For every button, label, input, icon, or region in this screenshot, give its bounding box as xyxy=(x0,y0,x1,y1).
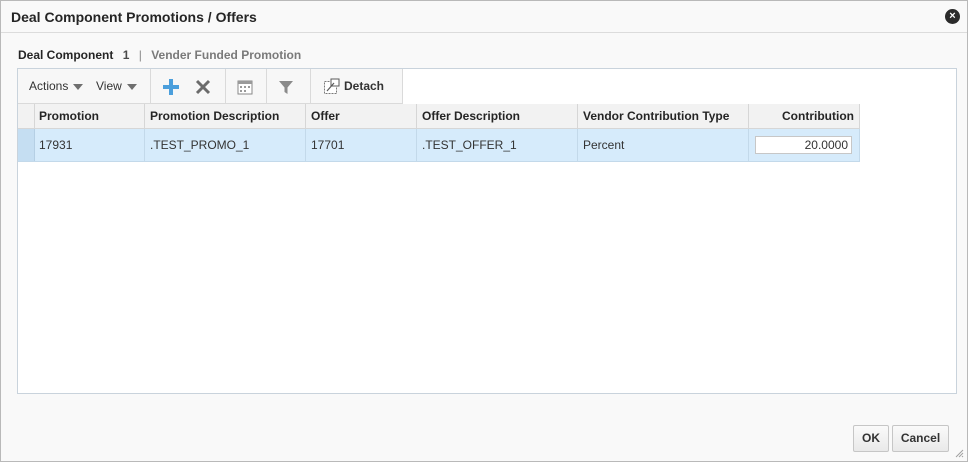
calendar-icon[interactable] xyxy=(236,78,254,96)
cell-promotion-description: .TEST_PROMO_1 xyxy=(145,129,306,161)
delete-icon[interactable] xyxy=(194,78,212,96)
chevron-down-icon xyxy=(126,83,137,90)
detach-icon xyxy=(324,78,340,94)
resize-grip-icon[interactable] xyxy=(955,449,964,458)
detach-label: Detach xyxy=(344,79,385,93)
cancel-button[interactable]: Cancel xyxy=(892,425,949,452)
detach-button[interactable]: Detach xyxy=(323,69,384,103)
cell-offer: 17701 xyxy=(306,129,417,161)
dialog-title: Deal Component Promotions / Offers xyxy=(11,9,257,25)
cell-contribution xyxy=(749,129,860,161)
view-menu[interactable]: View xyxy=(96,69,137,103)
close-icon[interactable]: × xyxy=(945,9,960,24)
offers-table-panel: Actions View Detach Promotion Promotion … xyxy=(17,68,957,394)
row-header-corner xyxy=(18,104,35,128)
ok-button[interactable]: OK xyxy=(853,425,889,452)
actions-menu[interactable]: Actions xyxy=(29,69,84,103)
cell-offer-description: .TEST_OFFER_1 xyxy=(417,129,578,161)
table-toolbar: Actions View Detach xyxy=(18,69,403,104)
toolbar-divider xyxy=(266,69,267,103)
dialog: Deal Component Promotions / Offers × Dea… xyxy=(0,0,968,462)
cell-vendor-contribution-type: Percent xyxy=(578,129,749,161)
deal-component-number: 1 xyxy=(122,48,130,62)
actions-menu-label: Actions xyxy=(29,79,69,93)
contribution-input[interactable] xyxy=(755,136,852,154)
column-header-offer[interactable]: Offer xyxy=(306,104,417,128)
toolbar-divider xyxy=(225,69,226,103)
table-row[interactable]: 17931 .TEST_PROMO_1 17701 .TEST_OFFER_1 … xyxy=(18,129,860,162)
toolbar-divider xyxy=(150,69,151,103)
column-header-offer-description[interactable]: Offer Description xyxy=(417,104,578,128)
row-selector[interactable] xyxy=(18,129,35,161)
toolbar-divider xyxy=(310,69,311,103)
deal-component-header: Deal Component 1 | Vender Funded Promoti… xyxy=(18,48,301,62)
column-header-contribution[interactable]: Contribution xyxy=(749,104,860,128)
table-header: Promotion Promotion Description Offer Of… xyxy=(18,104,860,129)
filter-icon[interactable] xyxy=(277,78,295,96)
add-icon[interactable] xyxy=(162,78,180,96)
chevron-down-icon xyxy=(73,83,84,90)
column-header-promotion[interactable]: Promotion xyxy=(34,104,145,128)
header-separator: | xyxy=(138,48,142,62)
deal-component-description: Vender Funded Promotion xyxy=(151,48,302,62)
cell-promotion: 17931 xyxy=(34,129,145,161)
deal-component-label: Deal Component xyxy=(18,48,114,62)
view-menu-label: View xyxy=(96,79,122,93)
dialog-titlebar: Deal Component Promotions / Offers × xyxy=(1,1,967,33)
column-header-promotion-description[interactable]: Promotion Description xyxy=(145,104,306,128)
column-header-vendor-contribution-type[interactable]: Vendor Contribution Type xyxy=(578,104,749,128)
